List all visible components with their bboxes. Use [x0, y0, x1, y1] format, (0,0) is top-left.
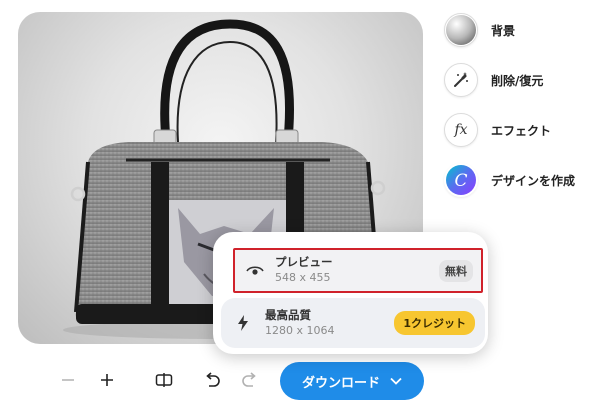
- option-size: 1280 x 1064: [265, 323, 335, 337]
- download-option-best-quality[interactable]: 最高品質 1280 x 1064 1クレジット: [221, 298, 485, 348]
- tool-label: デザインを作成: [491, 173, 576, 188]
- tool-design[interactable]: C デザインを作成: [444, 160, 575, 200]
- tool-label: 背景: [491, 23, 516, 38]
- eye-icon: [246, 265, 264, 275]
- download-button[interactable]: ダウンロード: [280, 362, 424, 400]
- tool-label: エフェクト: [491, 123, 552, 138]
- lightning-icon: [238, 315, 248, 331]
- magic-brush-icon: [444, 63, 478, 97]
- gradient-sphere-icon: [444, 13, 478, 47]
- credit-badge: 1クレジット: [394, 311, 475, 335]
- fx-icon: fx: [444, 113, 478, 147]
- compare-button[interactable]: [150, 366, 178, 394]
- compare-split-icon: [155, 373, 173, 387]
- canva-logo-icon: C: [444, 163, 478, 197]
- tool-background[interactable]: 背景: [444, 10, 515, 50]
- svg-text:C: C: [454, 171, 467, 191]
- redo-icon: [242, 372, 256, 387]
- download-label: ダウンロード: [301, 375, 380, 391]
- undo-icon: [206, 372, 220, 387]
- download-option-preview[interactable]: プレビュー 548 x 455 無料: [233, 248, 483, 293]
- option-name: プレビュー: [275, 255, 333, 269]
- free-badge: 無料: [439, 259, 473, 282]
- minus-icon: [62, 379, 74, 381]
- zoom-in-button[interactable]: [93, 366, 121, 394]
- plus-icon: [101, 374, 113, 386]
- tool-label: 削除/復元: [491, 73, 544, 88]
- chevron-down-icon: [390, 377, 402, 385]
- option-name: 最高品質: [265, 307, 311, 322]
- tool-effects[interactable]: fx エフェクト: [444, 110, 551, 150]
- redo-button[interactable]: [236, 366, 264, 394]
- download-options-popup: プレビュー 548 x 455 無料 最高品質 1280 x 1064 1クレジ…: [213, 232, 488, 354]
- zoom-out-button[interactable]: [54, 366, 82, 394]
- option-size: 548 x 455: [275, 271, 331, 284]
- undo-button[interactable]: [198, 366, 226, 394]
- tool-erase-restore[interactable]: 削除/復元: [444, 60, 543, 100]
